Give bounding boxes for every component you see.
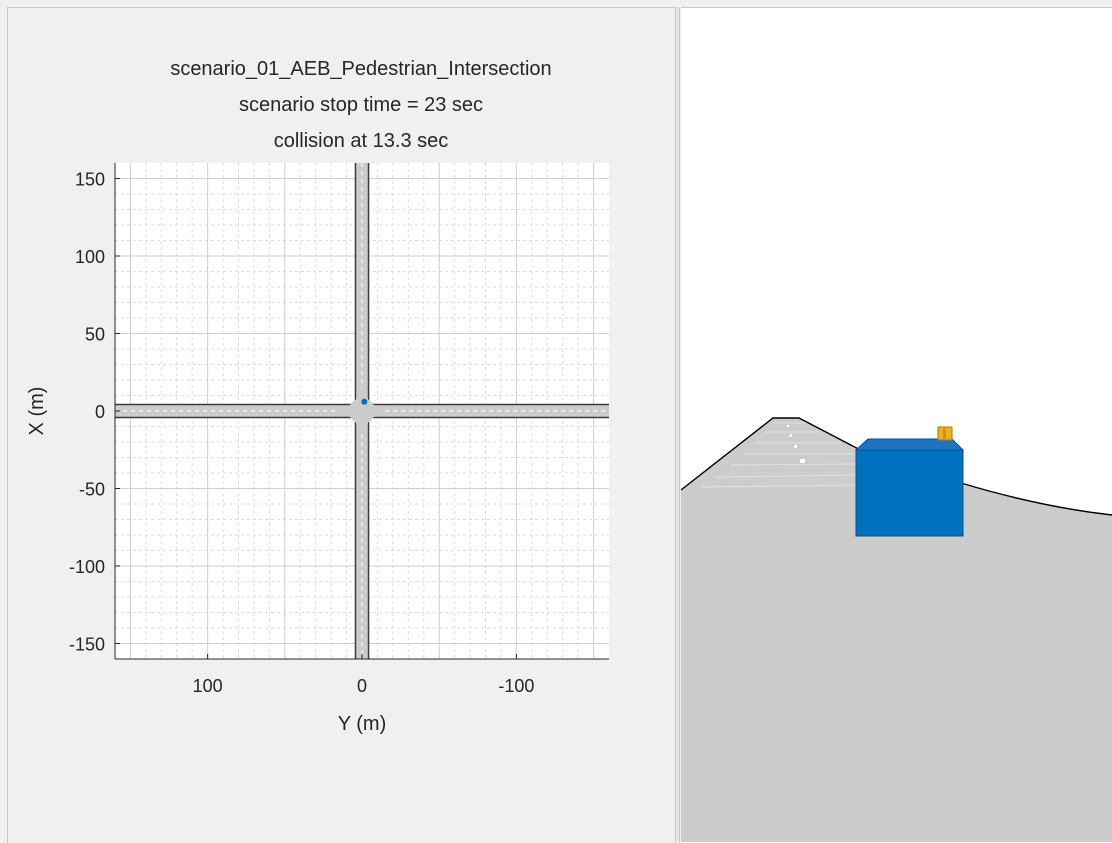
- y-tick-label: -150: [69, 635, 105, 655]
- x-tick-label: 100: [193, 676, 223, 696]
- bird-eye-plot[interactable]: 100 0 -100 150 100 50 0 -50 -100 -150 Y (m) X (m): [0, 0, 680, 842]
- y-tick-label: -100: [69, 557, 105, 577]
- actor-marker: [361, 398, 368, 405]
- x-axis-label: Y (m): [338, 713, 387, 735]
- plot-markers: [361, 398, 368, 405]
- y-tick-label: 0: [95, 402, 105, 422]
- y-tick-label: -50: [79, 480, 105, 500]
- y-tick-label: 100: [75, 247, 105, 267]
- pedestrian: [937, 426, 953, 441]
- x-tick-label: -100: [498, 676, 534, 696]
- x-tick-label: 0: [357, 676, 367, 696]
- y-tick-label: 50: [85, 325, 105, 345]
- chase-view-scene[interactable]: [681, 7, 1112, 842]
- y-tick-label: 150: [75, 170, 105, 190]
- ego-vehicle: [854, 438, 965, 537]
- y-axis-label: X (m): [26, 387, 48, 436]
